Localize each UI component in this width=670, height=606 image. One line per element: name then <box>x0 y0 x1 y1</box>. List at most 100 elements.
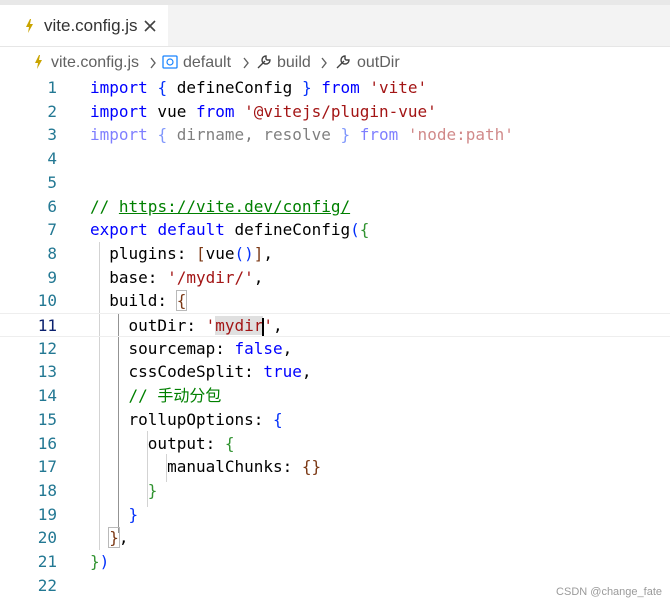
code-token: , <box>282 338 293 358</box>
line-code: }) <box>90 550 109 574</box>
code-line[interactable]: 17 manualChunks: {} <box>0 455 670 479</box>
code-token: , <box>273 316 283 335</box>
code-line[interactable]: 19 } <box>0 503 670 527</box>
line-number: 2 <box>47 101 57 121</box>
line-code: import { dirname, resolve } from 'node:p… <box>90 123 514 147</box>
line-code: sourcemap: false, <box>90 337 293 361</box>
line-code: // 手动分包 <box>90 384 222 408</box>
line-number: 20 <box>37 528 57 548</box>
breadcrumb-item-build[interactable]: build <box>277 53 311 73</box>
code-line[interactable]: 2 import vue from '@vitejs/plugin-vue' <box>0 100 670 124</box>
code-token: 'node:path' <box>407 125 514 145</box>
code-token: https://vite.dev/config/ <box>118 196 351 216</box>
line-number: 15 <box>37 409 57 429</box>
code-token: , <box>253 267 264 287</box>
breadcrumb-item-file[interactable]: vite.config.js <box>51 53 139 73</box>
code-line[interactable]: 16 output: { <box>0 432 670 456</box>
code-token: } <box>301 78 312 97</box>
code-line[interactable]: 3 import { dirname, resolve } from 'node:… <box>0 123 670 147</box>
code-line[interactable]: 1 import { defineConfig } from 'vite' <box>0 76 670 100</box>
code-line[interactable]: 6 // https://vite.dev/config/ <box>0 195 670 219</box>
code-line[interactable]: 5 <box>0 171 670 195</box>
breadcrumb-item-default[interactable]: default <box>183 53 231 73</box>
chevron-right-icon <box>150 57 156 69</box>
code-token: , <box>301 362 312 382</box>
code-token: defineConfig <box>224 220 351 240</box>
code-token: } <box>90 552 100 571</box>
code-token: ' <box>205 316 216 335</box>
line-code: }, <box>90 526 129 550</box>
code-line[interactable]: 18 } <box>0 479 670 503</box>
code-token: build: <box>90 291 177 311</box>
code-line[interactable]: 8 plugins: [vue()], <box>0 242 670 266</box>
code-token: vue <box>205 243 235 263</box>
code-token: '/mydir/' <box>167 267 254 287</box>
line-number: 8 <box>47 243 57 263</box>
tab-vite-config[interactable]: vite.config.js <box>0 5 168 46</box>
code-token: true <box>263 362 302 382</box>
line-code: manualChunks: {} <box>90 455 321 479</box>
code-line[interactable]: 9 base: '/mydir/', <box>0 266 670 290</box>
line-number: 16 <box>37 433 57 453</box>
code-token: } <box>340 125 351 145</box>
code-token: cssCodeSplit: <box>90 362 264 382</box>
code-token: import <box>90 78 148 97</box>
line-number: 14 <box>37 386 57 406</box>
code-token: outDir: <box>90 316 206 335</box>
code-line[interactable]: 11 outDir: 'mydir', <box>0 313 670 337</box>
code-editor[interactable]: 1 import { defineConfig } from 'vite' 2 imp… <box>0 76 670 606</box>
code-line[interactable]: 15 rollupOptions: { <box>0 408 670 432</box>
code-line[interactable]: 10 build: { <box>0 289 670 313</box>
line-code: // https://vite.dev/config/ <box>90 195 350 219</box>
line-number: 6 <box>47 196 57 216</box>
code-token: , <box>263 243 274 263</box>
code-token: } <box>128 504 139 524</box>
code-token: export <box>90 220 148 240</box>
code-line[interactable]: 12 sourcemap: false, <box>0 337 670 361</box>
line-code: export default defineConfig({ <box>90 218 369 242</box>
code-line[interactable]: 21}) <box>0 550 670 574</box>
code-line[interactable]: 20 }, <box>0 526 670 550</box>
code-token: } <box>108 527 120 549</box>
code-token: { <box>157 78 168 97</box>
line-number: 17 <box>37 457 57 477</box>
breadcrumb-item-outdir[interactable]: outDir <box>357 53 400 73</box>
line-code: } <box>90 503 139 527</box>
tab-label: vite.config.js <box>44 16 138 35</box>
line-code: plugins: [vue()], <box>90 242 273 266</box>
code-token: false <box>234 338 283 358</box>
wrench-icon <box>336 55 350 69</box>
code-token: [ <box>195 243 206 263</box>
close-icon[interactable] <box>143 19 157 33</box>
code-token: base: <box>90 267 168 287</box>
code-line[interactable]: 14 // 手动分包 <box>0 384 670 408</box>
line-code: rollupOptions: { <box>90 408 283 432</box>
line-code: base: '/mydir/', <box>90 266 263 290</box>
code-token: mydir <box>215 316 264 335</box>
code-line[interactable]: 7 export default defineConfig({ <box>0 218 670 242</box>
line-number: 13 <box>37 362 57 382</box>
code-token: default <box>157 220 225 240</box>
code-token: { <box>157 125 168 145</box>
line-code: } <box>90 479 158 503</box>
breadcrumb: vite.config.js default build outDir <box>0 50 670 76</box>
line-code: import vue from '@vitejs/plugin-vue' <box>90 100 437 124</box>
module-icon <box>162 55 178 69</box>
wrench-icon <box>257 55 271 69</box>
line-number: 1 <box>47 78 57 97</box>
line-number: 10 <box>37 291 57 311</box>
code-line[interactable]: 4 <box>0 147 670 171</box>
line-code: output: { <box>90 432 235 456</box>
code-line[interactable]: 13 cssCodeSplit: true, <box>0 360 670 384</box>
code-token: from <box>359 125 399 145</box>
code-token: // <box>90 196 119 216</box>
code-token: manualChunks: <box>90 457 302 477</box>
